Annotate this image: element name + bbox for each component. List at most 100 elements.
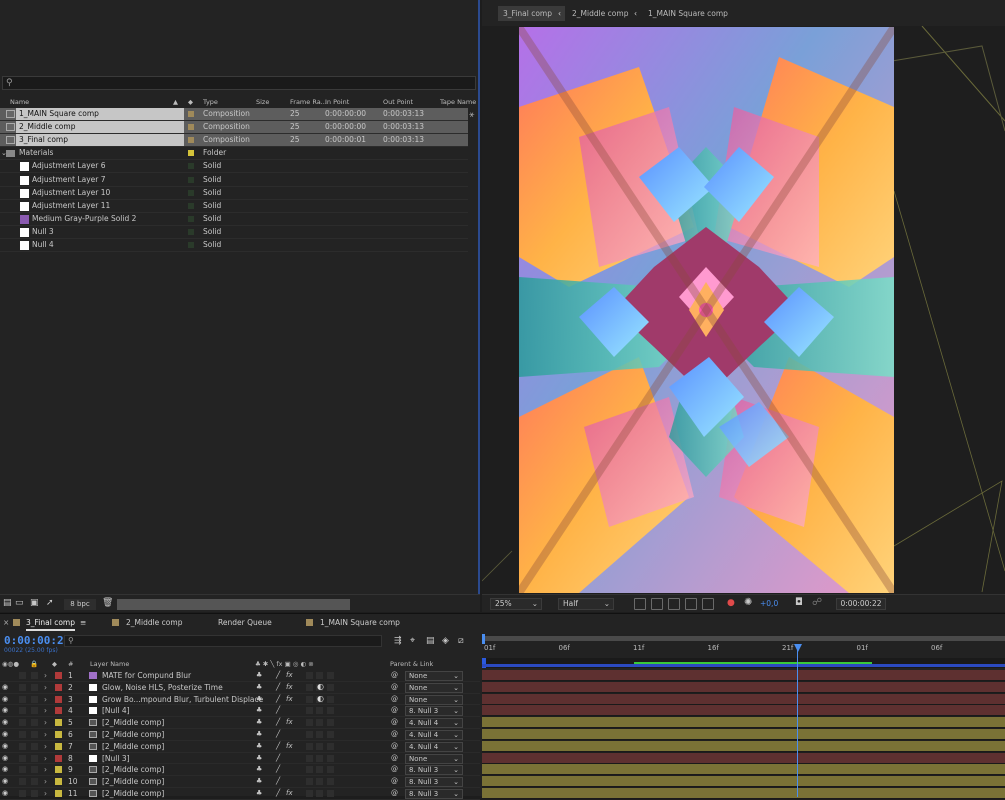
motion-blur-toggle[interactable] — [306, 731, 313, 738]
layer-row[interactable]: ◉ › 3 Grow Bo...mpound Blur, Turbulent Disp… — [0, 694, 480, 706]
project-item[interactable]: Medium Gray-Purple Solid 2 Solid — [0, 213, 468, 226]
layer-row[interactable]: ◉ › 4 [Null 4] ♣ ╱ @8. Null 3 ⌄ — [0, 705, 480, 718]
layer-name[interactable]: [Null 4] — [102, 706, 130, 715]
viewer-tab-middle[interactable]: 2_Middle comp — [572, 6, 628, 21]
layer-label-color[interactable] — [55, 707, 62, 715]
layer-duration-bar[interactable] — [482, 776, 1005, 788]
chevron-right-icon[interactable]: › — [44, 789, 47, 798]
3d-layer-toggle[interactable] — [327, 719, 334, 727]
sort-arrow-icon[interactable]: ▲ — [173, 98, 178, 106]
project-item[interactable]: Adjustment Layer 11 Solid — [0, 200, 468, 213]
motion-blur-toggle[interactable] — [306, 766, 313, 774]
effects-switch-icon[interactable]: fx — [286, 742, 293, 750]
view-options-icon[interactable] — [702, 598, 714, 610]
layer-duration-bar[interactable] — [482, 752, 1005, 764]
3d-layer-toggle[interactable] — [327, 672, 334, 679]
label-color[interactable] — [188, 163, 194, 170]
layer-name[interactable]: Grow Bo...mpound Blur, Turbulent Displac… — [102, 695, 263, 704]
shy-switch-icon[interactable]: ♣ — [256, 765, 262, 773]
lock-toggle[interactable] — [31, 707, 38, 715]
project-item[interactable]: 3_Final comp Composition 25 0:00:00:01 0:00:… — [0, 134, 468, 148]
motion-blur-toggle[interactable] — [306, 683, 313, 691]
parent-link-select[interactable]: None ⌄ — [405, 753, 463, 764]
parent-link-select[interactable]: 8. Null 3 ⌄ — [405, 789, 463, 799]
layer-name[interactable]: [Null 3] — [102, 754, 130, 763]
visibility-eye-icon[interactable]: ◉ — [2, 742, 8, 750]
shy-switch-icon[interactable]: ♣ — [256, 706, 262, 714]
visibility-eye-icon[interactable]: ◉ — [2, 777, 8, 785]
chevron-right-icon[interactable]: › — [44, 730, 47, 739]
3d-layer-toggle[interactable] — [327, 742, 334, 750]
3d-layer-toggle[interactable] — [327, 731, 334, 738]
chevron-right-icon[interactable]: › — [44, 695, 47, 704]
col-tape-name[interactable]: Tape Name — [440, 98, 476, 106]
layer-duration-bar[interactable] — [482, 693, 1005, 705]
motion-blur-toggle[interactable] — [306, 754, 313, 762]
resolution-select[interactable]: Half ⌄ — [558, 598, 614, 610]
quality-switch-icon[interactable]: ╱ — [276, 706, 280, 714]
layer-duration-bar[interactable] — [482, 670, 1005, 681]
layer-label-color[interactable] — [55, 683, 62, 691]
shy-switch-icon[interactable]: ♣ — [256, 754, 262, 762]
adjustment-layer-toggle[interactable] — [316, 778, 323, 786]
tab-render-queue[interactable]: Render Queue — [218, 618, 272, 627]
layer-label-color[interactable] — [55, 672, 62, 679]
layer-label-color[interactable] — [55, 719, 62, 727]
lock-toggle[interactable] — [31, 672, 38, 679]
chevron-right-icon[interactable]: › — [44, 742, 47, 751]
visibility-eye-icon[interactable]: ◉ — [2, 718, 8, 726]
new-folder-icon[interactable]: ▭ — [15, 598, 24, 608]
shy-switch-icon[interactable]: ♣ — [256, 730, 262, 738]
solo-toggle[interactable] — [19, 707, 26, 715]
label-color[interactable] — [188, 242, 194, 248]
current-time-display[interactable]: 0:00:00:22 — [4, 634, 70, 647]
shy-switch-icon[interactable]: ♣ — [256, 683, 262, 691]
chevron-right-icon[interactable]: › — [44, 683, 47, 692]
layer-search-input[interactable]: ⚲ — [64, 635, 382, 647]
label-color[interactable] — [188, 189, 194, 196]
col-layer-name[interactable]: Layer Name — [90, 660, 129, 668]
chevron-right-icon[interactable]: › — [44, 754, 47, 763]
layer-label-color[interactable] — [55, 742, 62, 750]
lock-toggle[interactable] — [31, 742, 38, 750]
snapshot-camera-icon[interactable]: ◘ — [795, 597, 803, 608]
parent-link-select[interactable]: 4. Null 4 ⌄ — [405, 718, 463, 729]
layer-row[interactable]: ◉ › 9 [2_Middle comp] ♣ ╱ @8. Null 3 ⌄ — [0, 764, 480, 777]
3d-layer-toggle[interactable] — [327, 695, 334, 703]
layer-name[interactable]: [2_Middle comp] — [102, 742, 164, 751]
col-framerate[interactable]: Frame Ra... — [290, 98, 327, 106]
lock-toggle[interactable] — [31, 731, 38, 738]
adjustment-layer-toggle[interactable] — [316, 719, 323, 727]
lock-toggle[interactable] — [31, 695, 38, 703]
pick-whip-icon[interactable]: @ — [391, 777, 398, 785]
time-ruler[interactable]: 01f 06f 11f 16f 21f 01f 06f — [482, 634, 1005, 658]
3d-layer-toggle[interactable] — [327, 778, 334, 786]
work-area-start-handle[interactable] — [482, 634, 485, 644]
quality-switch-icon[interactable]: ╱ — [276, 777, 280, 785]
visibility-eye-icon[interactable]: ◉ — [2, 706, 8, 714]
motion-blur-toggle[interactable] — [306, 695, 313, 703]
project-item[interactable]: Adjustment Layer 10 Solid — [0, 187, 468, 200]
layer-row[interactable]: ◉ › 11 [2_Middle comp] ♣ ╱ fx @8. Null 3 ⌄ — [0, 788, 480, 800]
comp-flowchart-icon[interactable]: ⇶ — [394, 636, 402, 646]
label-color[interactable] — [188, 202, 194, 209]
visibility-eye-icon[interactable]: ◉ — [2, 765, 8, 773]
pick-whip-icon[interactable]: @ — [391, 730, 398, 738]
motion-blur-toggle[interactable] — [306, 742, 313, 750]
solo-toggle[interactable] — [19, 683, 26, 691]
adjustment-layer-toggle[interactable] — [316, 742, 323, 750]
project-search-input[interactable]: ⚲ — [2, 76, 476, 90]
chevron-right-icon[interactable]: › — [44, 671, 47, 680]
col-size[interactable]: Size — [256, 98, 269, 106]
parent-link-select[interactable]: None ⌄ — [405, 694, 463, 705]
adjustment-layer-toggle[interactable] — [316, 766, 323, 774]
parent-link-select[interactable]: 4. Null 4 ⌄ — [405, 741, 463, 752]
layer-name[interactable]: [2_Middle comp] — [102, 718, 164, 727]
layer-name[interactable]: [2_Middle comp] — [102, 789, 164, 798]
mask-visibility-icon[interactable] — [668, 598, 680, 610]
bit-depth-button[interactable]: 8 bpc — [64, 599, 96, 610]
label-color[interactable] — [188, 137, 194, 144]
effects-switch-icon[interactable]: fx — [286, 683, 293, 691]
quality-switch-icon[interactable]: ╱ — [276, 671, 280, 679]
pick-whip-icon[interactable]: @ — [391, 671, 398, 679]
